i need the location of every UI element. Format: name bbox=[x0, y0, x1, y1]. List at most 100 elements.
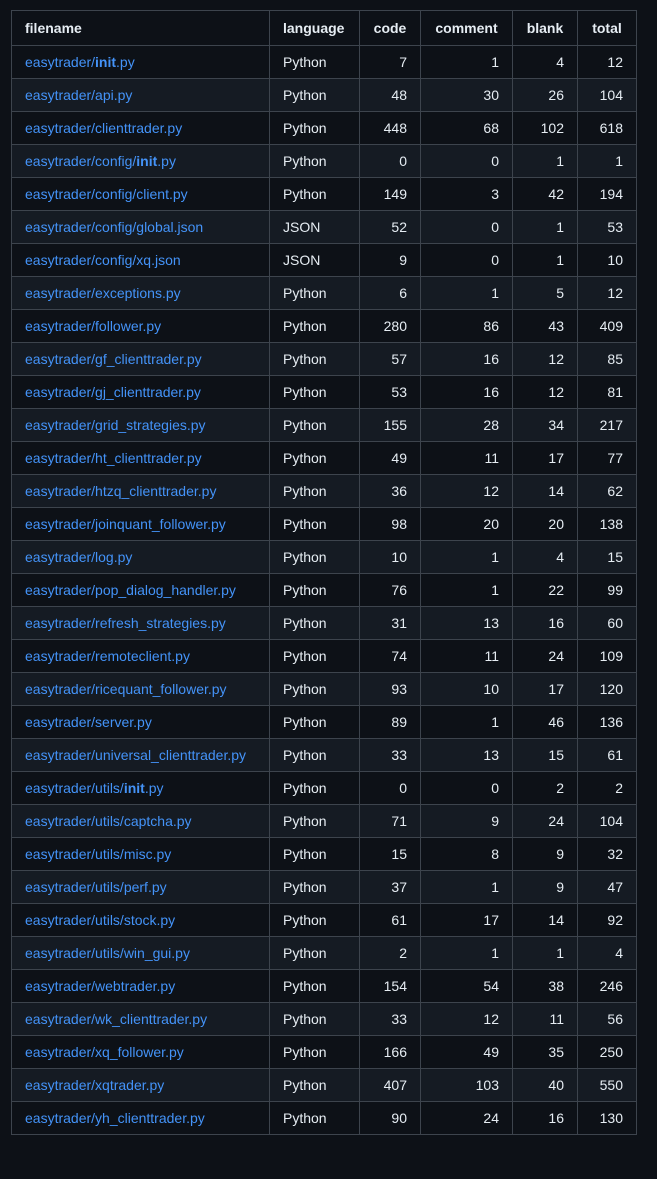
table-row: easytrader/xqtrader.py Python 407 103 40 550 bbox=[11, 1068, 637, 1102]
file-link[interactable]: easytrader/config/xq.json bbox=[25, 252, 181, 268]
file-link[interactable]: easytrader/api.py bbox=[25, 87, 132, 103]
file-link[interactable]: easytrader/server.py bbox=[25, 714, 152, 730]
header-language: language bbox=[269, 10, 360, 46]
cell-comment: 49 bbox=[420, 1035, 513, 1069]
cell-filename: easytrader/remoteclient.py bbox=[11, 639, 270, 673]
table-row: easytrader/utils/captcha.py Python 71 9 24 10… bbox=[11, 804, 637, 838]
table-row: easytrader/config/client.py Python 149 3 42 1… bbox=[11, 177, 637, 211]
cell-language: Python bbox=[269, 309, 360, 343]
file-link[interactable]: easytrader/htzq_clienttrader.py bbox=[25, 483, 216, 499]
file-link[interactable]: easytrader/ricequant_follower.py bbox=[25, 681, 227, 697]
cell-filename: easytrader/universal_clienttrader.py bbox=[11, 738, 270, 772]
line-count-table: filename language code comment blank tot… bbox=[11, 10, 637, 1135]
cell-blank: 2 bbox=[512, 771, 578, 805]
file-link[interactable]: easytrader/remoteclient.py bbox=[25, 648, 190, 664]
cell-total: 32 bbox=[577, 837, 637, 871]
cell-filename: easytrader/config/client.py bbox=[11, 177, 270, 211]
file-link[interactable]: easytrader/log.py bbox=[25, 549, 132, 565]
cell-total: 130 bbox=[577, 1101, 637, 1135]
cell-language: Python bbox=[269, 1101, 360, 1135]
cell-language: Python bbox=[269, 507, 360, 541]
cell-language: Python bbox=[269, 969, 360, 1003]
cell-filename: easytrader/server.py bbox=[11, 705, 270, 739]
cell-blank: 16 bbox=[512, 606, 578, 640]
file-link[interactable]: easytrader/utils/misc.py bbox=[25, 846, 171, 862]
cell-code: 10 bbox=[359, 540, 421, 574]
cell-total: 77 bbox=[577, 441, 637, 475]
cell-language: Python bbox=[269, 804, 360, 838]
table-row: easytrader/config/xq.json JSON 9 0 1 10 bbox=[11, 243, 637, 277]
cell-filename: easytrader/follower.py bbox=[11, 309, 270, 343]
file-link[interactable]: easytrader/config/init.py bbox=[25, 153, 176, 169]
cell-code: 9 bbox=[359, 243, 421, 277]
cell-filename: easytrader/exceptions.py bbox=[11, 276, 270, 310]
cell-language: Python bbox=[269, 705, 360, 739]
cell-code: 33 bbox=[359, 738, 421, 772]
cell-code: 15 bbox=[359, 837, 421, 871]
cell-total: 10 bbox=[577, 243, 637, 277]
cell-language: Python bbox=[269, 573, 360, 607]
cell-language: Python bbox=[269, 111, 360, 145]
cell-code: 90 bbox=[359, 1101, 421, 1135]
cell-filename: easytrader/utils/init.py bbox=[11, 771, 270, 805]
table-row: easytrader/refresh_strategies.py Python 31… bbox=[11, 606, 637, 640]
cell-language: Python bbox=[269, 1035, 360, 1069]
cell-comment: 17 bbox=[420, 903, 513, 937]
file-link[interactable]: easytrader/utils/stock.py bbox=[25, 912, 175, 928]
cell-code: 36 bbox=[359, 474, 421, 508]
file-link[interactable]: easytrader/universal_clienttrader.py bbox=[25, 747, 246, 763]
cell-code: 76 bbox=[359, 573, 421, 607]
header-filename: filename bbox=[11, 10, 270, 46]
file-link[interactable]: easytrader/grid_strategies.py bbox=[25, 417, 206, 433]
file-link[interactable]: easytrader/config/global.json bbox=[25, 219, 203, 235]
file-link[interactable]: easytrader/config/client.py bbox=[25, 186, 188, 202]
file-link[interactable]: easytrader/gf_clienttrader.py bbox=[25, 351, 202, 367]
cell-code: 149 bbox=[359, 177, 421, 211]
file-link[interactable]: easytrader/utils/perf.py bbox=[25, 879, 167, 895]
file-link[interactable]: easytrader/joinquant_follower.py bbox=[25, 516, 226, 532]
cell-comment: 1 bbox=[420, 936, 513, 970]
cell-code: 33 bbox=[359, 1002, 421, 1036]
file-link[interactable]: easytrader/xq_follower.py bbox=[25, 1044, 184, 1060]
file-link[interactable]: easytrader/xqtrader.py bbox=[25, 1077, 164, 1093]
file-link[interactable]: easytrader/utils/init.py bbox=[25, 780, 164, 796]
cell-blank: 43 bbox=[512, 309, 578, 343]
file-link[interactable]: easytrader/init.py bbox=[25, 54, 135, 70]
cell-blank: 20 bbox=[512, 507, 578, 541]
table-row: easytrader/utils/perf.py Python 37 1 9 47 bbox=[11, 870, 637, 904]
file-link[interactable]: easytrader/utils/win_gui.py bbox=[25, 945, 190, 961]
cell-filename: easytrader/utils/stock.py bbox=[11, 903, 270, 937]
cell-total: 60 bbox=[577, 606, 637, 640]
cell-filename: easytrader/config/xq.json bbox=[11, 243, 270, 277]
table-row: easytrader/xq_follower.py Python 166 49 35 25… bbox=[11, 1035, 637, 1069]
file-link[interactable]: easytrader/wk_clienttrader.py bbox=[25, 1011, 207, 1027]
cell-language: Python bbox=[269, 936, 360, 970]
file-link[interactable]: easytrader/refresh_strategies.py bbox=[25, 615, 226, 631]
file-link[interactable]: easytrader/pop_dialog_handler.py bbox=[25, 582, 236, 598]
table-row: easytrader/wk_clienttrader.py Python 33 12 1… bbox=[11, 1002, 637, 1036]
cell-filename: easytrader/init.py bbox=[11, 45, 270, 79]
cell-blank: 24 bbox=[512, 804, 578, 838]
cell-blank: 1 bbox=[512, 936, 578, 970]
file-link[interactable]: easytrader/exceptions.py bbox=[25, 285, 181, 301]
cell-filename: easytrader/clienttrader.py bbox=[11, 111, 270, 145]
cell-code: 53 bbox=[359, 375, 421, 409]
cell-comment: 9 bbox=[420, 804, 513, 838]
table-row: easytrader/utils/win_gui.py Python 2 1 1 4 bbox=[11, 936, 637, 970]
file-link[interactable]: easytrader/clienttrader.py bbox=[25, 120, 182, 136]
file-link[interactable]: easytrader/yh_clienttrader.py bbox=[25, 1110, 205, 1126]
cell-total: 194 bbox=[577, 177, 637, 211]
file-link[interactable]: easytrader/utils/captcha.py bbox=[25, 813, 192, 829]
file-link[interactable]: easytrader/follower.py bbox=[25, 318, 161, 334]
cell-code: 448 bbox=[359, 111, 421, 145]
cell-code: 89 bbox=[359, 705, 421, 739]
file-link[interactable]: easytrader/gj_clienttrader.py bbox=[25, 384, 201, 400]
cell-comment: 13 bbox=[420, 606, 513, 640]
table-row: easytrader/server.py Python 89 1 46 136 bbox=[11, 705, 637, 739]
file-link[interactable]: easytrader/webtrader.py bbox=[25, 978, 175, 994]
cell-total: 47 bbox=[577, 870, 637, 904]
file-link[interactable]: easytrader/ht_clienttrader.py bbox=[25, 450, 202, 466]
table-row: easytrader/init.py Python 7 1 4 12 bbox=[11, 45, 637, 79]
cell-total: 550 bbox=[577, 1068, 637, 1102]
cell-filename: easytrader/utils/misc.py bbox=[11, 837, 270, 871]
